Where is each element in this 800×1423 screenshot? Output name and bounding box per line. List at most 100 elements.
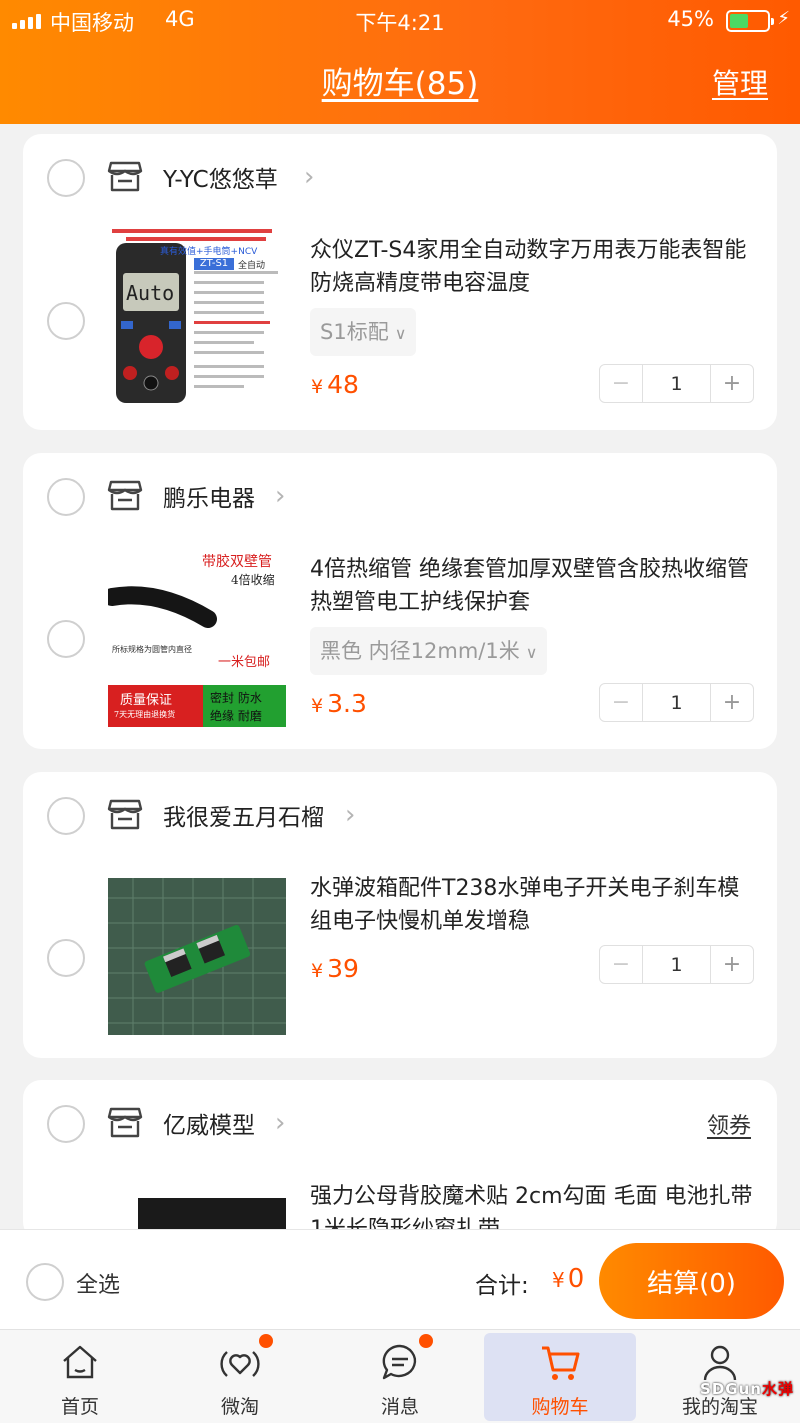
product-thumbnail[interactable]: 带胶双壁管 4倍收缩 所标规格为圆管内直径 一米包邮 质量保证 7天无理由退换货… xyxy=(108,549,286,727)
tab-label: 购物车 xyxy=(531,1396,589,1418)
shop-icon xyxy=(107,1107,143,1138)
product-price: ¥39 xyxy=(311,954,359,983)
shop-card: 我很爱五月石榴 › 水弹波箱配件T238水弹电子开关电子刹车模组电子快慢机单发增… xyxy=(23,772,777,1058)
tab-messages[interactable]: 消息 xyxy=(320,1330,480,1423)
quantity-stepper: − 1 + xyxy=(599,364,754,403)
tab-bar: 首页 微淘 消息 购物车 我的淘宝 xyxy=(0,1329,800,1423)
price-value: 48 xyxy=(327,370,359,399)
shop-icon xyxy=(107,799,143,830)
item-select-radio[interactable] xyxy=(47,302,85,340)
quantity-stepper: − 1 + xyxy=(599,683,754,722)
chevron-right-icon[interactable]: › xyxy=(275,1108,285,1138)
charging-icon: ⚡ xyxy=(777,8,790,29)
tab-home[interactable]: 首页 xyxy=(0,1330,160,1423)
total-label: 合计: xyxy=(475,1273,529,1299)
coupon-link[interactable]: 领券 xyxy=(707,1108,751,1140)
chevron-right-icon[interactable]: › xyxy=(345,800,355,830)
tab-profile[interactable]: 我的淘宝 xyxy=(640,1330,800,1423)
thumb-line: 7天无理由退换货 xyxy=(114,710,176,719)
shop-select-radio[interactable] xyxy=(47,159,85,197)
currency-symbol: ¥ xyxy=(311,960,324,982)
thumb-line: 绝缘 耐磨 xyxy=(210,709,262,723)
thumb-line: 带胶双壁管 xyxy=(202,554,272,570)
product-title[interactable]: 水弹波箱配件T238水弹电子开关电子刹车模组电子快慢机单发增稳 xyxy=(310,872,755,938)
select-all-radio[interactable] xyxy=(26,1263,64,1301)
status-bar: 中国移动 4G 下午4:21 45% ⚡ xyxy=(0,6,800,36)
product-title[interactable]: 4倍热缩管 绝缘套管加厚双壁管含胶热收缩管热塑管电工护线保护套 xyxy=(310,553,755,619)
sku-label: 黑色 内径12mm/1米 xyxy=(320,639,520,663)
battery-icon xyxy=(726,10,774,32)
thumb-line: 所标规格为圆管内直径 xyxy=(112,645,192,654)
thumb-line: 密封 防水 xyxy=(210,691,262,705)
shop-select-radio[interactable] xyxy=(47,1105,85,1143)
shop-select-radio[interactable] xyxy=(47,478,85,516)
product-thumbnail[interactable]: ZT-S1 全自动 Auto 真有效值+手电筒+NCV xyxy=(108,225,286,403)
shop-name[interactable]: 鹏乐电器 xyxy=(163,479,255,513)
battery-percent: 45% xyxy=(667,7,714,31)
tab-label: 首页 xyxy=(60,1396,99,1418)
thumb-brand: 全自动 xyxy=(238,261,266,271)
chevron-right-icon[interactable]: › xyxy=(304,162,314,192)
shop-name[interactable]: 亿威模型 xyxy=(163,1106,255,1140)
tab-label: 微淘 xyxy=(220,1396,259,1418)
shop-icon xyxy=(107,480,143,511)
checkout-bar: 全选 合计: ¥0 结算(0) xyxy=(0,1229,800,1329)
sku-selector[interactable]: S1标配 ∨ xyxy=(310,308,417,356)
watermark-part: SDGun xyxy=(700,1380,762,1398)
price-value: 3.3 xyxy=(327,689,367,718)
tab-cart[interactable]: 购物车 xyxy=(480,1330,640,1423)
quantity-stepper: − 1 + xyxy=(599,945,754,984)
product-title[interactable]: 众仪ZT-S4家用全自动数字万用表万能表智能防烧高精度带电容温度 xyxy=(310,234,755,300)
total-amount: 0 xyxy=(567,1264,585,1294)
decrease-button[interactable]: − xyxy=(600,365,642,402)
shop-icon xyxy=(107,161,143,192)
tab-weitao[interactable]: 微淘 xyxy=(160,1330,320,1423)
select-all-label[interactable]: 全选 xyxy=(76,1267,120,1299)
total-value: ¥0 xyxy=(552,1264,584,1294)
cart-icon xyxy=(542,1346,580,1380)
quantity-value[interactable]: 1 xyxy=(642,365,711,402)
product-thumbnail[interactable] xyxy=(108,878,286,1035)
currency-symbol: ¥ xyxy=(311,695,324,717)
increase-button[interactable]: + xyxy=(711,946,753,983)
watermark: SDGun水弹 xyxy=(700,1378,794,1399)
currency-symbol: ¥ xyxy=(552,1268,565,1292)
sku-selector[interactable]: 黑色 内径12mm/1米 ∨ xyxy=(310,627,548,675)
decrease-button[interactable]: − xyxy=(600,684,642,721)
page-title: 购物车(85) xyxy=(321,66,479,102)
increase-button[interactable]: + xyxy=(711,365,753,402)
shop-name[interactable]: Y-YC悠悠草 xyxy=(163,160,278,194)
shop-card: 亿威模型 › 领券 强力公母背胶魔术贴 2cm勾面 毛面 电池扎带 1米长隐形纱… xyxy=(23,1080,777,1240)
thumb-line: 质量保证 xyxy=(120,693,173,708)
shop-select-radio[interactable] xyxy=(47,797,85,835)
decrease-button[interactable]: − xyxy=(600,946,642,983)
price-value: 39 xyxy=(327,954,359,983)
watermark-part: 水弹 xyxy=(761,1380,794,1398)
app-header: 中国移动 4G 下午4:21 45% ⚡ 购物车(85) 管理 xyxy=(0,0,800,124)
thumb-screen: Auto xyxy=(126,281,175,305)
chevron-right-icon[interactable]: › xyxy=(275,481,285,511)
product-price: ¥3.3 xyxy=(311,689,367,718)
shop-card: Y-YC悠悠草 › ZT-S1 全自动 Auto 真有效值+手电筒+NCV 众仪… xyxy=(23,134,777,430)
item-select-radio[interactable] xyxy=(47,939,85,977)
item-select-radio[interactable] xyxy=(47,620,85,658)
shop-card: 鹏乐电器 › 带胶双壁管 4倍收缩 所标规格为圆管内直径 一米包邮 质量保证 7… xyxy=(23,453,777,749)
increase-button[interactable]: + xyxy=(711,684,753,721)
chevron-down-icon: ∨ xyxy=(394,324,407,343)
heart-broadcast-icon xyxy=(220,1351,260,1377)
thumb-tag: ZT-S1 xyxy=(194,258,234,270)
manage-button[interactable]: 管理 xyxy=(712,62,768,102)
notification-dot xyxy=(259,1334,273,1348)
thumb-line: 一米包邮 xyxy=(218,655,271,670)
shop-name[interactable]: 我很爱五月石榴 xyxy=(163,798,324,832)
thumb-badge: 真有效值+手电筒+NCV xyxy=(160,247,258,257)
thumb-line: 4倍收缩 xyxy=(231,573,275,587)
home-icon xyxy=(63,1345,97,1379)
quantity-value[interactable]: 1 xyxy=(642,684,711,721)
quantity-value[interactable]: 1 xyxy=(642,946,711,983)
sku-label: S1标配 xyxy=(320,320,389,344)
chevron-down-icon: ∨ xyxy=(525,643,538,662)
checkout-button[interactable]: 结算(0) xyxy=(599,1243,784,1319)
product-price: ¥48 xyxy=(311,370,359,399)
message-icon xyxy=(382,1344,417,1380)
